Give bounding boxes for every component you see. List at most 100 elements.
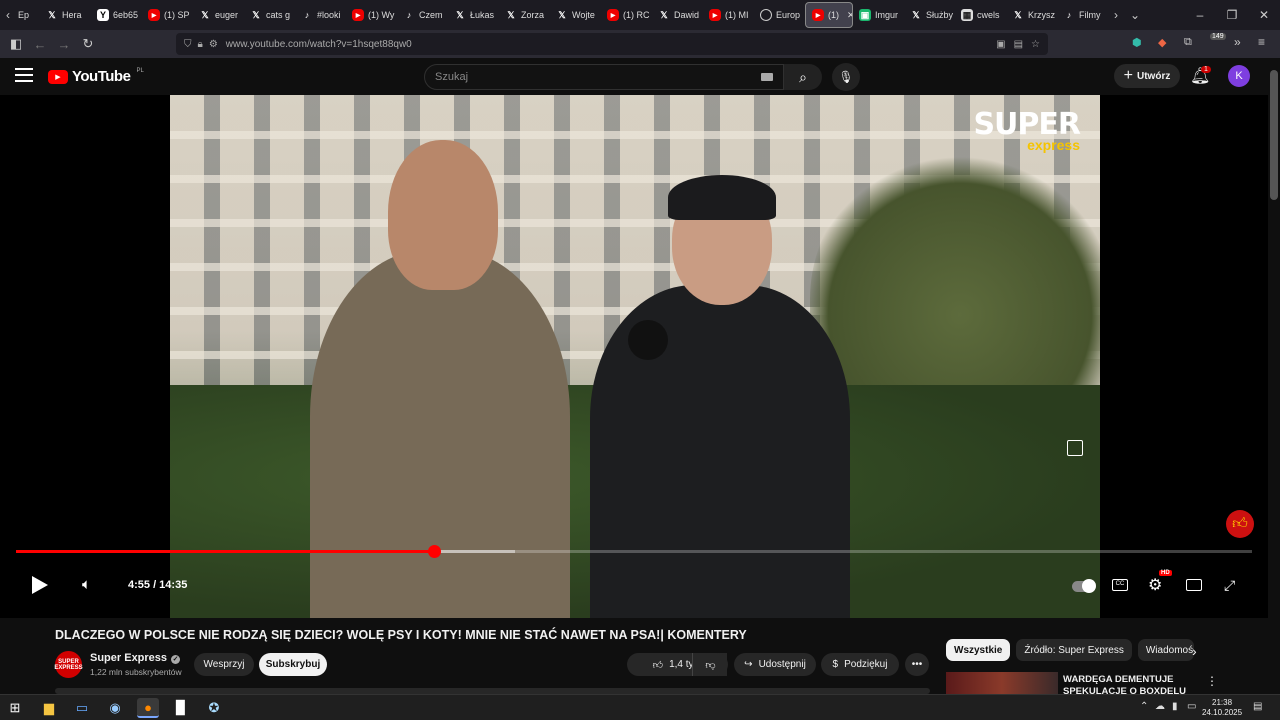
theater-mode-icon[interactable] bbox=[1186, 579, 1202, 591]
start-icon[interactable]: ⊞ bbox=[4, 698, 26, 718]
tab-label: euger bbox=[215, 10, 239, 20]
video-player[interactable]: SUPER express 👍︎ 🔈︎ 4:55 / 14:35 CC ⚙ HD… bbox=[0, 95, 1268, 618]
create-button[interactable]: + Utwórz bbox=[1114, 64, 1180, 88]
vpn-extension-icon[interactable]: ⬢ bbox=[1132, 36, 1142, 49]
subscribe-button[interactable]: Subskrybuj bbox=[259, 653, 327, 676]
fullscreen-icon[interactable]: ⤢ bbox=[1224, 577, 1235, 594]
browser-tab[interactable]: 𝕏 Dawid bbox=[652, 2, 703, 28]
browser-tab[interactable]: ▶ (1) RC bbox=[601, 2, 652, 28]
browser-tab[interactable]: ♪ #looki bbox=[295, 2, 346, 28]
x-favicon-icon: 𝕏 bbox=[252, 9, 260, 20]
network-icon[interactable]: ▭ bbox=[1187, 701, 1196, 712]
tab-label: Europ bbox=[776, 10, 801, 20]
shield-icon[interactable]: ⛉ bbox=[184, 39, 192, 50]
play-button[interactable] bbox=[32, 576, 48, 594]
more-actions-icon[interactable]: ••• bbox=[905, 653, 929, 676]
subtitles-icon[interactable]: CC bbox=[1112, 579, 1128, 591]
restore-icon[interactable]: ❐ bbox=[1216, 8, 1248, 22]
browser-tab[interactable]: 𝕏 Krzysz bbox=[1006, 2, 1057, 28]
browser-tab[interactable]: 𝕏cats g bbox=[244, 2, 295, 28]
tab-scroll-left-icon[interactable]: ‹ bbox=[0, 8, 16, 22]
chip-source[interactable]: Źródło: Super Express bbox=[1016, 639, 1132, 661]
chip-news[interactable]: Wiadomoś bbox=[1137, 639, 1194, 661]
browser-tab[interactable]: 𝕏euger bbox=[193, 2, 244, 28]
tray-expand-icon[interactable]: ⌃ bbox=[1140, 701, 1148, 712]
browser-tab[interactable]: ♪ Czem bbox=[397, 2, 448, 28]
browser-tab[interactable]: 𝕏 Łukas bbox=[448, 2, 499, 28]
recommended-thumbnail[interactable] bbox=[946, 672, 1058, 694]
browser-tab[interactable]: ▶(1)✕ bbox=[805, 2, 853, 28]
browser-tab[interactable]: ♪ Filmy bbox=[1057, 2, 1108, 28]
pip-icon[interactable]: ▣ bbox=[996, 39, 1005, 50]
browser-tab[interactable]: ▣ Imgur bbox=[853, 2, 904, 28]
search-button[interactable]: ⌕ bbox=[784, 64, 822, 90]
file-explorer-icon[interactable]: ▆ bbox=[38, 698, 60, 718]
sidebar-toggle-icon[interactable]: ◧ bbox=[4, 32, 28, 56]
firefox-icon[interactable]: ● bbox=[137, 698, 159, 718]
extensions-icon[interactable]: ⧉ bbox=[1184, 36, 1192, 49]
thanks-button[interactable]: $ Podziękuj bbox=[821, 653, 899, 676]
permissions-icon[interactable]: ⚙ bbox=[209, 39, 218, 50]
fox-extension-icon[interactable]: ◆ bbox=[1158, 36, 1166, 49]
time-display: 4:55 / 14:35 bbox=[128, 579, 188, 591]
lock-icon[interactable]: 🔒︎ bbox=[198, 39, 203, 50]
youtube-logo[interactable]: ▶ YouTube PL bbox=[48, 68, 144, 85]
share-button[interactable]: ↪ Udostępnij bbox=[734, 653, 816, 676]
steam-icon[interactable]: ◉ bbox=[104, 698, 126, 718]
computer-icon[interactable]: ▭ bbox=[71, 698, 93, 718]
page-scrollbar[interactable] bbox=[1268, 58, 1280, 694]
app-menu-icon[interactable]: ≡ bbox=[1258, 35, 1265, 49]
browser-tab[interactable]: ▶ (1) SP bbox=[142, 2, 193, 28]
scrollbar-thumb[interactable] bbox=[1270, 70, 1278, 200]
thumbs-up-overlay-icon[interactable]: 👍︎ bbox=[1226, 510, 1254, 538]
tab-partial[interactable]: Ep bbox=[16, 2, 40, 28]
back-icon[interactable]: ← bbox=[28, 32, 52, 56]
notification-center-icon[interactable]: ▤ bbox=[1253, 701, 1262, 712]
dislike-button[interactable]: 👎︎ bbox=[692, 653, 728, 676]
bookmark-star-icon[interactable]: ☆ bbox=[1031, 39, 1040, 50]
usb-icon[interactable]: ▮ bbox=[1172, 701, 1178, 712]
forward-icon[interactable]: → bbox=[52, 32, 76, 56]
close-window-icon[interactable]: ✕ bbox=[1248, 8, 1280, 22]
notion-icon[interactable]: ▉ bbox=[170, 698, 192, 718]
browser-tab[interactable]: Europ bbox=[754, 2, 805, 28]
autoplay-toggle[interactable] bbox=[1072, 579, 1096, 593]
browser-tab[interactable]: ▶ (1) Wy bbox=[346, 2, 397, 28]
chip-all[interactable]: Wszystkie bbox=[946, 639, 1011, 661]
channel-name[interactable]: Super Express ✓ bbox=[90, 652, 181, 664]
chips-next-icon[interactable]: › bbox=[1192, 643, 1197, 659]
browser-tab[interactable]: ▶ (1) MI bbox=[703, 2, 754, 28]
cloud-icon[interactable]: ☁ bbox=[1155, 701, 1165, 712]
overflow-icon[interactable]: » bbox=[1234, 35, 1241, 49]
keyboard-icon[interactable] bbox=[761, 73, 773, 81]
voice-search-button[interactable]: 🎙︎ bbox=[832, 63, 860, 91]
reload-icon[interactable]: ↻ bbox=[76, 32, 100, 56]
x-favicon-icon: 𝕏 bbox=[1014, 9, 1022, 20]
settings-gear-icon[interactable]: ⚙ bbox=[1148, 575, 1162, 595]
channel-avatar[interactable]: SUPER EXPRESS bbox=[54, 651, 83, 678]
browser-tab[interactable]: 𝕏 Służby bbox=[904, 2, 955, 28]
minimize-icon[interactable]: – bbox=[1184, 8, 1216, 22]
volume-icon[interactable]: 🔈︎ bbox=[82, 576, 91, 593]
recommended-more-icon[interactable]: ⋮ bbox=[1206, 674, 1218, 688]
browser-tab[interactable]: Y 6eb65 bbox=[91, 2, 142, 28]
scrubber-handle[interactable] bbox=[427, 545, 441, 558]
support-button[interactable]: Wesprzyj bbox=[194, 653, 254, 676]
ublock-badge[interactable]: 149 bbox=[1210, 33, 1226, 40]
browser-tab[interactable]: 𝕏 Zorza bbox=[499, 2, 550, 28]
app-icon[interactable]: ✪ bbox=[203, 698, 225, 718]
browser-tab[interactable]: ▦ cwels bbox=[955, 2, 1006, 28]
clock[interactable]: 21:38 24.10.2025 bbox=[1202, 698, 1242, 718]
progress-bar[interactable] bbox=[16, 545, 1252, 558]
browser-tab[interactable]: 𝕏 Wojte bbox=[550, 2, 601, 28]
address-bar[interactable]: ⛉ 🔒︎ ⚙ www.youtube.com/watch?v=1hsqet88q… bbox=[176, 33, 1048, 55]
tab-label: Filmy bbox=[1079, 10, 1101, 20]
tab-scroll-right-icon[interactable]: › bbox=[1108, 8, 1124, 22]
guide-menu-icon[interactable] bbox=[15, 68, 33, 84]
reader-view-icon[interactable]: ▤ bbox=[1014, 39, 1023, 50]
miniplayer-icon[interactable] bbox=[1067, 440, 1083, 456]
search-input[interactable]: Szukaj bbox=[424, 64, 784, 90]
browser-tab[interactable]: 𝕏 Hera bbox=[40, 2, 91, 28]
avatar[interactable]: K bbox=[1228, 65, 1250, 87]
tab-list-icon[interactable]: ⌄ bbox=[1124, 8, 1146, 22]
